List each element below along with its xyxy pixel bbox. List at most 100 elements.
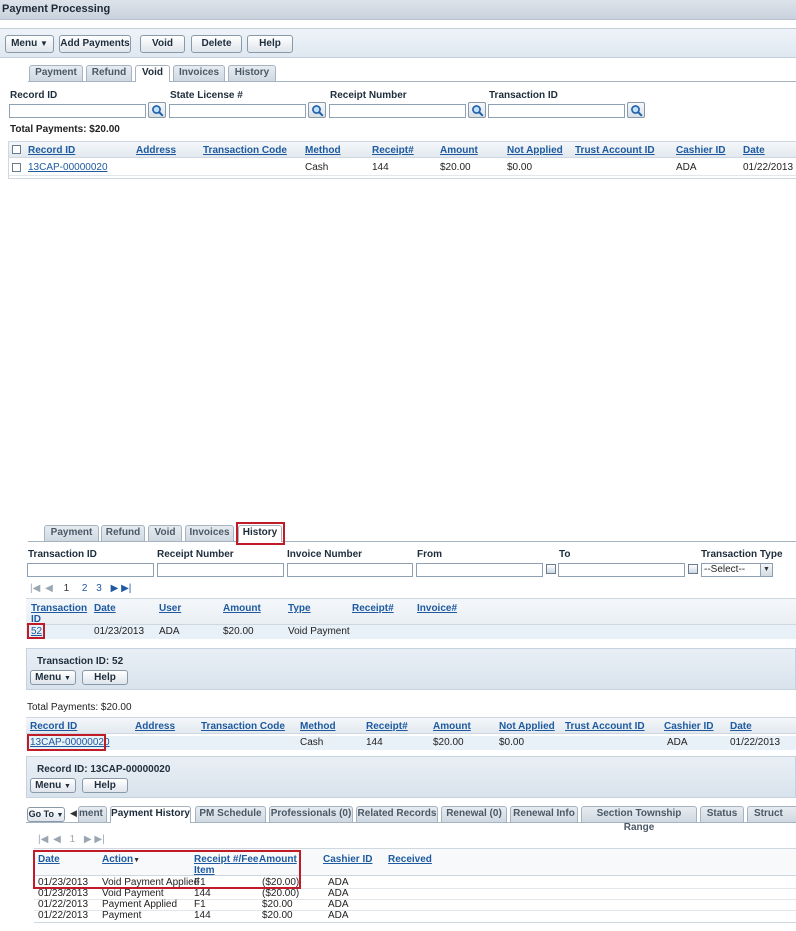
transaction-id-search-button[interactable] (627, 102, 645, 118)
record-menu-label: Menu (35, 780, 62, 791)
tab-void-2[interactable]: Void (148, 525, 182, 541)
tab-status[interactable]: Status (700, 806, 744, 822)
tab-professionals[interactable]: Professionals (0) (269, 806, 353, 822)
pay-col-cashier-id[interactable]: Cashier ID (664, 721, 713, 732)
tab-related-records[interactable]: Related Records (356, 806, 438, 822)
scroll-tabs-left-icon[interactable]: ◀ (70, 808, 77, 819)
pay-col-date[interactable]: Date (730, 721, 752, 732)
tab-struct-partial[interactable]: Struct (747, 806, 796, 822)
tab-refund[interactable]: Refund (86, 65, 132, 81)
transaction-menu-button[interactable]: Menu ▼ (30, 670, 76, 685)
highlight-record-id (27, 734, 106, 751)
payments-row-date: 01/22/2013 (730, 737, 781, 748)
delete-button[interactable]: Delete (191, 35, 242, 53)
receipt-number-input[interactable] (329, 104, 466, 118)
col-transaction-id[interactable]: Transaction ID (31, 603, 87, 625)
tab-payment-2[interactable]: Payment (44, 525, 99, 541)
history-to-date-input[interactable] (558, 563, 685, 577)
col-history-date[interactable]: Date (94, 603, 116, 614)
calendar-icon[interactable] (688, 564, 698, 574)
col-trust-account-id[interactable]: Trust Account ID (575, 145, 655, 156)
col-method[interactable]: Method (305, 145, 341, 156)
receipt-number-label: Receipt Number (330, 90, 407, 101)
calendar-icon[interactable] (546, 564, 556, 574)
next-page-icon[interactable]: ▶ (84, 834, 92, 845)
transaction-type-select[interactable]: --Select-- ▼ (701, 563, 773, 577)
history-transaction-id-input[interactable] (27, 563, 154, 577)
state-license-search-button[interactable] (308, 102, 326, 118)
ph-col-received[interactable]: Received (388, 854, 432, 865)
next-page-icon[interactable]: ▶ (111, 583, 119, 594)
prev-page-icon[interactable]: ◀ (53, 834, 61, 845)
pay-col-receipt[interactable]: Receipt# (366, 721, 408, 732)
page-1-link[interactable]: 1 (70, 834, 76, 845)
transaction-id-input[interactable] (488, 104, 625, 118)
prev-page-icon[interactable]: ◀ (45, 583, 53, 594)
ph-row-amount: $20.00 (262, 910, 293, 921)
void-row-record-id[interactable]: 13CAP-00000020 (28, 162, 108, 173)
record-id-input[interactable] (9, 104, 146, 118)
transaction-help-button[interactable]: Help (82, 670, 128, 685)
page-3-link[interactable]: 3 (96, 583, 102, 594)
tab-section-township-range[interactable]: Section Township Range (581, 806, 697, 833)
col-cashier-id[interactable]: Cashier ID (676, 145, 725, 156)
pay-col-not-applied[interactable]: Not Applied (499, 721, 555, 732)
record-id-search-button[interactable] (148, 102, 166, 118)
last-page-icon[interactable]: ▶| (94, 834, 104, 845)
tab-payment-history[interactable]: Payment History (110, 806, 191, 823)
ph-col-cashier-id[interactable]: Cashier ID (323, 854, 372, 865)
col-address[interactable]: Address (136, 145, 176, 156)
history-receipt-number-input[interactable] (157, 563, 284, 577)
col-not-applied[interactable]: Not Applied (507, 145, 563, 156)
col-date[interactable]: Date (743, 145, 765, 156)
page-2-link[interactable]: 2 (82, 583, 88, 594)
help-button[interactable]: Help (247, 35, 293, 53)
record-menu-button[interactable]: Menu ▼ (30, 778, 76, 793)
first-page-icon[interactable]: |◀ (30, 583, 40, 594)
tab-pm-schedule[interactable]: PM Schedule (195, 806, 266, 822)
tab-payment-partial[interactable]: ment (78, 806, 107, 822)
pay-col-amount[interactable]: Amount (433, 721, 471, 732)
menu-button[interactable]: Menu ▼ (5, 35, 54, 53)
col-user[interactable]: User (159, 603, 181, 614)
payment-history-pager: |◀ ◀ 1 ▶ ▶| (38, 834, 105, 845)
pay-col-record-id[interactable]: Record ID (30, 721, 77, 732)
history-from-date-input[interactable] (416, 563, 543, 577)
col-transaction-code[interactable]: Transaction Code (203, 145, 287, 156)
pay-col-address[interactable]: Address (135, 721, 175, 732)
row-checkbox[interactable] (12, 163, 21, 172)
col-history-receipt[interactable]: Receipt# (352, 603, 394, 614)
transaction-detail-panel: Transaction ID: 52 Menu ▼ Help (26, 648, 796, 690)
col-amount[interactable]: Amount (440, 145, 478, 156)
col-history-amount[interactable]: Amount (223, 603, 261, 614)
pay-col-trust-account-id[interactable]: Trust Account ID (565, 721, 645, 732)
first-page-icon[interactable]: |◀ (38, 834, 48, 845)
tab-refund-2[interactable]: Refund (101, 525, 145, 541)
history-invoice-number-input[interactable] (287, 563, 413, 577)
col-record-id[interactable]: Record ID (28, 145, 75, 156)
tab-invoices[interactable]: Invoices (173, 65, 225, 81)
select-all-checkbox[interactable] (12, 145, 21, 154)
ph-row-receipt: 144 (194, 888, 211, 899)
tab-history[interactable]: History (228, 65, 276, 81)
void-button[interactable]: Void (140, 35, 185, 53)
receipt-number-search-button[interactable] (468, 102, 486, 118)
col-receipt[interactable]: Receipt# (372, 145, 414, 156)
tab-invoices-2[interactable]: Invoices (185, 525, 234, 541)
void-row-not-applied: $0.00 (507, 162, 533, 173)
tab-void[interactable]: Void (135, 65, 170, 82)
tab-payment[interactable]: Payment (29, 65, 83, 81)
row-divider (8, 175, 796, 176)
page-1-link[interactable]: 1 (64, 583, 70, 594)
col-invoice[interactable]: Invoice# (417, 603, 457, 614)
col-type[interactable]: Type (288, 603, 311, 614)
goto-button[interactable]: Go To ▼ (27, 807, 65, 822)
add-payments-button[interactable]: Add Payments (59, 35, 131, 53)
pay-col-transaction-code[interactable]: Transaction Code (201, 721, 285, 732)
record-help-button[interactable]: Help (82, 778, 128, 793)
state-license-input[interactable] (169, 104, 306, 118)
tab-renewal-info[interactable]: Renewal Info (510, 806, 578, 822)
tab-renewal[interactable]: Renewal (0) (441, 806, 507, 822)
last-page-icon[interactable]: ▶| (121, 583, 131, 594)
pay-col-method[interactable]: Method (300, 721, 336, 732)
